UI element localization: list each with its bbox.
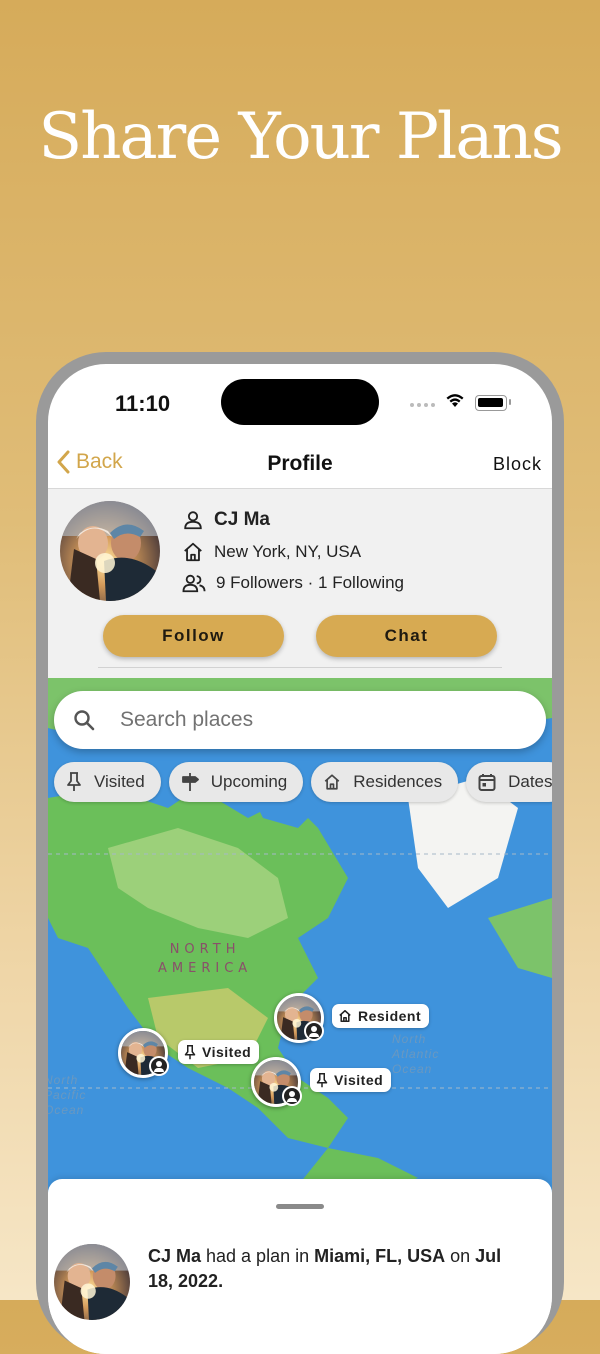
dynamic-island: [221, 379, 379, 425]
block-button[interactable]: Block: [493, 454, 542, 475]
chip-upcoming[interactable]: Upcoming: [168, 762, 304, 802]
ocean-label-pacific: North Pacific Ocean: [48, 1073, 86, 1118]
home-icon: [184, 542, 202, 562]
people-icon: [182, 574, 206, 593]
pin-icon: [184, 1044, 196, 1059]
follow-stats: 9 Followers · 1 Following: [216, 573, 405, 592]
follow-button[interactable]: Follow: [103, 615, 284, 657]
battery-icon: [475, 395, 507, 411]
avatar: [54, 1244, 130, 1320]
chip-visited[interactable]: Visited: [54, 762, 161, 802]
back-button[interactable]: Back: [56, 450, 123, 474]
ocean-label-line: North: [392, 1032, 427, 1046]
activity-place: Miami, FL, USA: [314, 1246, 446, 1266]
marker-tag-label: Visited: [202, 1044, 252, 1060]
marker-tag-label: Resident: [358, 1008, 422, 1024]
chevron-left-icon: [57, 450, 70, 474]
headline: Share Your Plans: [38, 100, 563, 174]
filter-chips: Visited Upcoming Residences Dates: [54, 762, 552, 802]
bottom-sheet[interactable]: CJ Ma had a plan in Miami, FL, USA on Ju…: [48, 1179, 552, 1354]
ocean-label-line: Pacific: [48, 1088, 87, 1102]
name-row: CJ Ma: [182, 509, 270, 531]
calendar-icon: [478, 774, 496, 791]
map-terrain: [48, 678, 552, 1198]
marker-tag-visited[interactable]: Visited: [310, 1068, 392, 1092]
marker-tag-label: Visited: [334, 1072, 384, 1088]
nav-bar: Back Profile Block: [48, 440, 552, 489]
activity-user: CJ Ma: [148, 1246, 202, 1266]
home-icon: [339, 1009, 351, 1023]
chip-label: Visited: [94, 772, 145, 791]
divider: [98, 667, 502, 668]
continent-label-line: NORTH: [169, 942, 241, 957]
sheet-handle[interactable]: [276, 1204, 324, 1209]
marker-tag-visited[interactable]: Visited: [178, 1040, 260, 1064]
pin-icon: [316, 1072, 328, 1087]
ocean-label-line: Ocean: [48, 1103, 85, 1117]
ocean-label-line: Ocean: [392, 1062, 433, 1076]
chip-label: Residences: [353, 772, 443, 791]
continent-label-line: AMERICA: [158, 961, 253, 976]
back-label: Back: [76, 450, 123, 473]
search-input[interactable]: [118, 707, 502, 733]
pin-icon: [67, 772, 81, 791]
activity-item[interactable]: CJ Ma had a plan in Miami, FL, USA on Ju…: [148, 1244, 528, 1294]
home-icon: [324, 774, 340, 790]
phone-screen: 11:10 Back Profile Block CJ Ma New York,…: [48, 364, 552, 1354]
ocean-label-atlantic: North Atlantic Ocean: [392, 1032, 439, 1077]
signal-icon: [410, 403, 435, 407]
battery-tip: [509, 399, 511, 405]
chip-label: Dates: [508, 772, 552, 791]
search-icon: [74, 710, 95, 731]
chip-dates[interactable]: Dates: [466, 762, 552, 802]
chip-residences[interactable]: Residences: [311, 762, 459, 802]
profile-name: CJ Ma: [214, 509, 270, 530]
person-badge-icon: [149, 1056, 169, 1076]
status-time: 11:10: [115, 391, 171, 416]
signpost-icon: [181, 773, 199, 791]
profile-location: New York, NY, USA: [214, 542, 362, 561]
page-title: Profile: [267, 452, 333, 475]
activity-text: had a plan in: [201, 1246, 315, 1266]
person-badge-icon: [282, 1086, 302, 1106]
activity-text: on: [445, 1246, 476, 1266]
profile-card: CJ Ma New York, NY, USA 9 Followers · 1 …: [48, 489, 552, 678]
marker-tag-resident[interactable]: Resident: [332, 1004, 430, 1028]
continent-label: NORTH AMERICA: [158, 940, 252, 978]
chat-button[interactable]: Chat: [316, 615, 497, 657]
map-view[interactable]: Visited Upcoming Residences Dates NORTH …: [48, 678, 552, 1198]
search-bar[interactable]: [54, 691, 546, 749]
ocean-label-line: Atlantic: [392, 1047, 440, 1061]
avatar: [60, 501, 160, 601]
person-badge-icon: [304, 1021, 324, 1041]
ocean-label-line: North: [48, 1073, 79, 1087]
chip-label: Upcoming: [210, 772, 288, 791]
wifi-icon: [446, 394, 464, 407]
location-row: New York, NY, USA: [182, 541, 361, 563]
person-icon: [184, 511, 202, 530]
follow-stats-row: 9 Followers · 1 Following: [182, 572, 404, 594]
